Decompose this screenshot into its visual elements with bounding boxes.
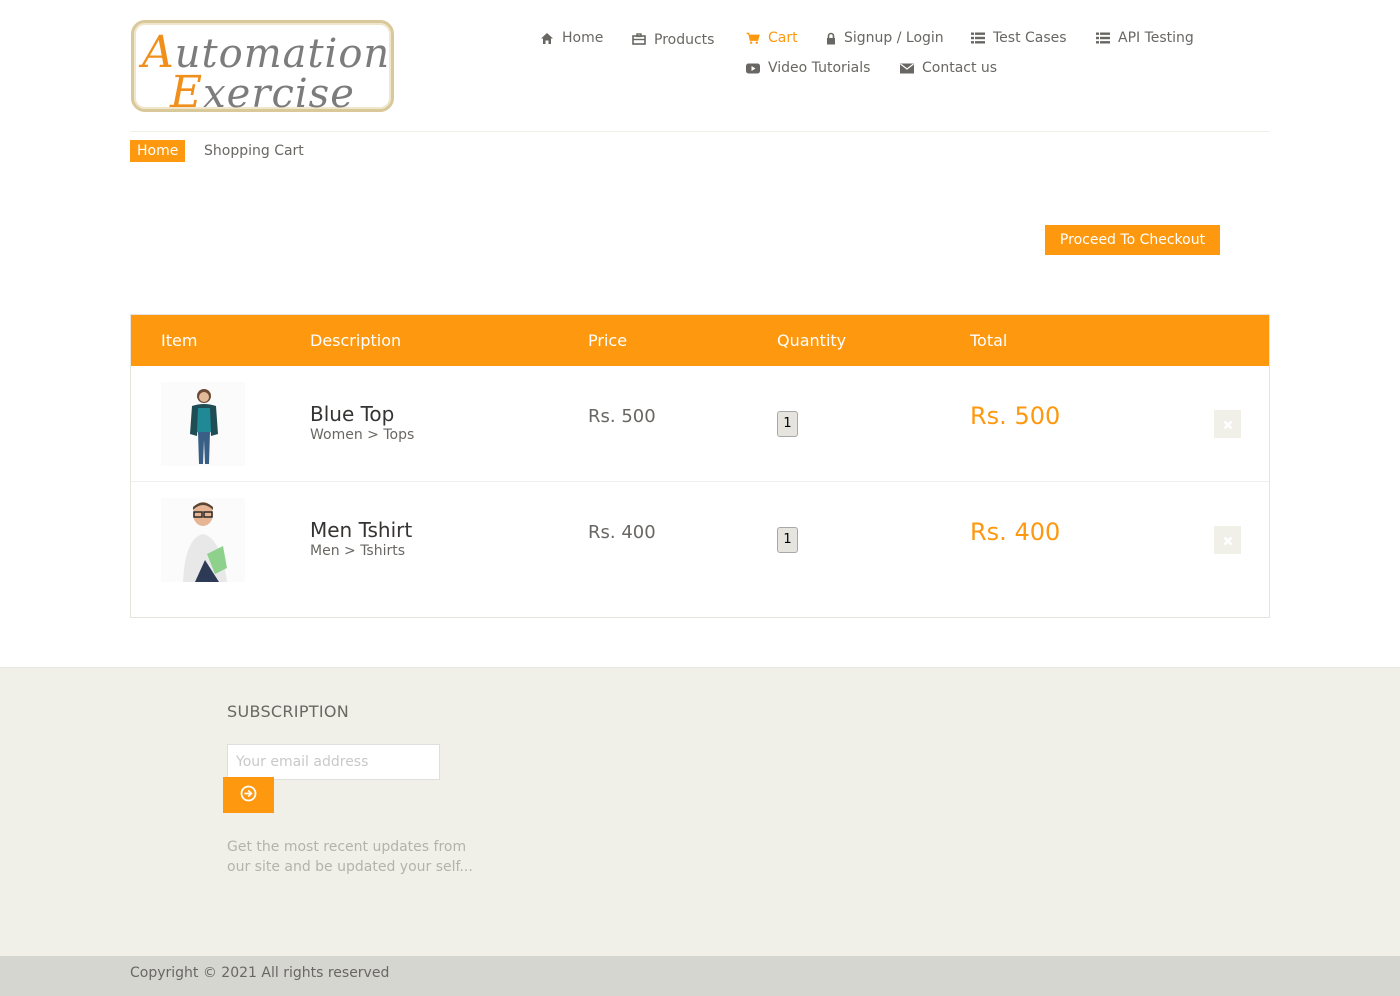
product-price: Rs. 500: [588, 406, 656, 427]
site-logo[interactable]: Automation Exercise: [131, 20, 394, 118]
nav-video-tutorials-label: Video Tutorials: [768, 60, 871, 76]
header-quantity: Quantity: [777, 331, 847, 350]
youtube-icon: [746, 61, 760, 75]
nav-cart-label: Cart: [768, 30, 798, 46]
nav-video-tutorials[interactable]: Video Tutorials: [746, 60, 870, 76]
nav-test-cases-label: Test Cases: [993, 30, 1067, 46]
product-quantity: 1: [777, 411, 798, 437]
logo-line-2: Exercise: [170, 67, 355, 118]
product-quantity: 1: [777, 527, 798, 553]
nav-cart[interactable]: Cart: [746, 30, 798, 46]
subscribe-button[interactable]: [223, 777, 274, 813]
arrow-circle-right-icon: [240, 785, 257, 806]
list-icon: [971, 31, 985, 45]
footer: [0, 668, 1400, 956]
close-icon: [1223, 415, 1233, 434]
cart-row: Blue Top Women > Tops Rs. 500 1 Rs. 500: [131, 366, 1269, 482]
envelope-icon: [900, 61, 914, 75]
header-price: Price: [588, 331, 628, 350]
product-image[interactable]: [161, 382, 245, 466]
nav-signup-login[interactable]: Signup / Login: [826, 30, 944, 46]
cart-table: Item Description Price Quantity Total Bl…: [130, 314, 1270, 618]
list-icon: [1096, 31, 1110, 45]
nav-signup-login-label: Signup / Login: [844, 30, 944, 46]
nav-contact-us[interactable]: Contact us: [900, 60, 997, 76]
nav-contact-us-label: Contact us: [922, 60, 998, 76]
product-name[interactable]: Blue Top: [310, 402, 394, 426]
delete-item-button[interactable]: [1214, 410, 1241, 438]
subscription-text: Get the most recent updates from our sit…: [227, 839, 473, 875]
products-icon: [632, 32, 646, 46]
product-image[interactable]: [161, 498, 245, 582]
cart-table-header: Item Description Price Quantity Total: [131, 315, 1269, 366]
proceed-to-checkout-button[interactable]: Proceed To Checkout: [1045, 225, 1220, 255]
nav-api-testing[interactable]: API Testing: [1096, 30, 1194, 46]
product-price: Rs. 400: [588, 522, 656, 543]
home-icon: [540, 31, 554, 45]
header-divider: [130, 131, 1270, 132]
close-icon: [1223, 531, 1233, 550]
copyright-text: Copyright © 2021 All rights reserved: [130, 965, 390, 981]
nav-home-label: Home: [562, 30, 604, 46]
cart-icon: [746, 31, 760, 45]
nav-test-cases[interactable]: Test Cases: [971, 30, 1067, 46]
breadcrumb-current: Shopping Cart: [204, 143, 304, 159]
nav-home[interactable]: Home: [540, 30, 603, 46]
nav-products-label: Products: [654, 32, 715, 48]
delete-item-button[interactable]: [1214, 526, 1241, 554]
header-total: Total: [970, 331, 1008, 350]
breadcrumb-home[interactable]: Home: [130, 140, 186, 162]
subscription-title: SUBSCRIPTION: [227, 702, 350, 721]
lock-icon: [826, 31, 836, 45]
header-description: Description: [310, 331, 402, 350]
header-item: Item: [161, 331, 198, 350]
nav-products[interactable]: Products: [632, 30, 714, 48]
product-category: Women > Tops: [310, 427, 415, 443]
product-total: Rs. 400: [970, 518, 1061, 546]
subscription-email-input[interactable]: [227, 744, 440, 780]
product-name[interactable]: Men Tshirt: [310, 518, 412, 542]
product-category: Men > Tshirts: [310, 543, 406, 559]
nav-api-testing-label: API Testing: [1118, 30, 1194, 46]
cart-row: Men Tshirt Men > Tshirts Rs. 400 1 Rs. 4…: [131, 482, 1269, 598]
product-total: Rs. 500: [970, 402, 1061, 430]
